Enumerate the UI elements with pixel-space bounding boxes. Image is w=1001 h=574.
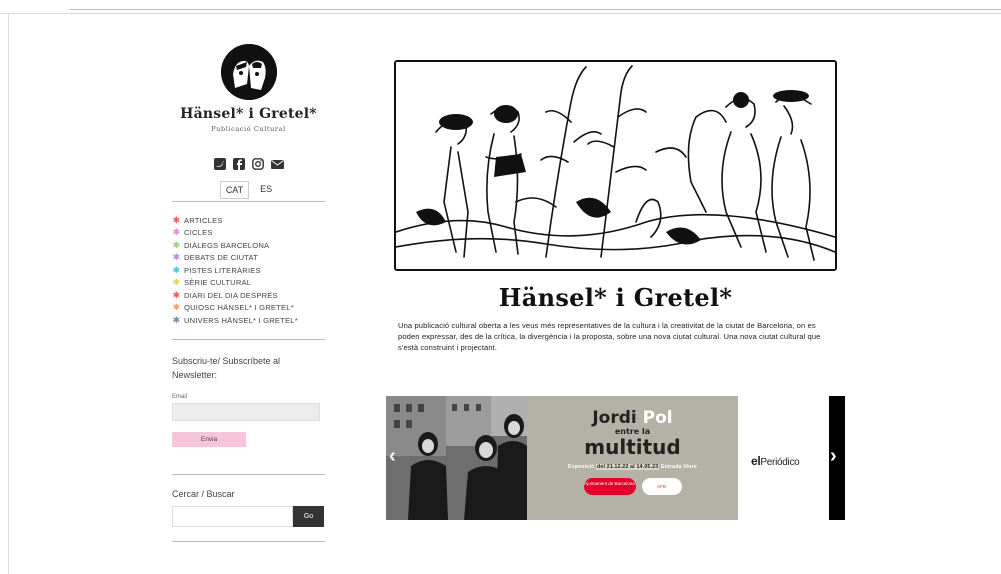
asterisk-icon: ✱ (172, 302, 181, 313)
menu-item-quiosc[interactable]: ✱ QUIOSC HÄNSEL* I GRETEL* (172, 302, 325, 315)
language-switcher: CAT ES (172, 181, 325, 199)
menu-item-label: SÈRIE CULTURAL (184, 278, 252, 288)
lang-cat[interactable]: CAT (219, 181, 250, 199)
site-title: Hänsel* i Gretel* (180, 106, 317, 122)
page-title: Hänsel* i Gretel* (498, 283, 733, 312)
site-subtitle: Publicació Cultural (211, 125, 286, 133)
mail-icon[interactable] (271, 157, 284, 169)
menu-item-label: QUIOSC HÄNSEL* I GRETEL* (184, 303, 294, 313)
hero-illustration (394, 60, 837, 271)
twitter-icon[interactable] (214, 157, 226, 170)
instagram-icon[interactable] (252, 157, 264, 170)
asterisk-icon: ✱ (172, 239, 181, 250)
search-title: Cercar / Buscar (172, 488, 235, 499)
banner-name-2: Pol (642, 408, 673, 428)
menu-item-label: UNIVERS HÄNSEL* I GRETEL* (184, 315, 298, 325)
promo-carousel[interactable]: Jordi Pol entre la multitud Exposició de… (386, 396, 845, 520)
banner-exhibition: Jordi Pol entre la multitud Exposició de… (527, 396, 738, 520)
afb-logo: AFB (641, 478, 682, 495)
menu-item-diari[interactable]: ✱ DIARI DEL DIA DESPRÉS (172, 289, 325, 302)
menu-item-label: DIÀLEGS BARCELONA (184, 240, 270, 250)
category-menu: ✱ ARTICLES ✱ CICLES ✱ DIÀLEGS BARCELONA ✱ DE… (172, 214, 325, 327)
divider (172, 540, 325, 542)
menu-item-label: DEBATS DE CIUTAT (184, 253, 259, 263)
menu-item-articles[interactable]: ✱ ARTICLES (172, 214, 325, 227)
email-field[interactable] (172, 402, 320, 421)
banner-headline: Jordi Pol (527, 409, 738, 427)
logo-emblem-icon (220, 44, 277, 100)
banner-photo (386, 396, 527, 520)
menu-item-univers[interactable]: ✱ UNIVERS HÄNSEL* I GRETEL* (172, 314, 325, 327)
menu-item-cicles[interactable]: ✱ CICLES (172, 227, 325, 240)
banner-name-1: Jordi (592, 408, 637, 428)
menu-item-dialegs[interactable]: ✱ DIÀLEGS BARCELONA (172, 239, 325, 252)
search-button[interactable]: Go (293, 505, 324, 527)
banner-dates: Exposició del 21.12.22 al 14.05.23 Entra… (568, 464, 697, 470)
page-description: Una publicació cultural oberta a les veu… (398, 321, 821, 352)
browser-top-bar (0, 0, 1001, 14)
carousel-prev-button[interactable]: ‹ (389, 444, 396, 468)
site-logo[interactable]: Hänsel* i Gretel* Publicació Cultural (172, 44, 325, 133)
el-periodico-logo: elPeriódico (751, 454, 800, 468)
divider (172, 473, 325, 475)
menu-item-debats[interactable]: ✱ DEBATS DE CIUTAT (172, 252, 325, 265)
divider (172, 201, 325, 202)
newsletter-title: Subscriu-te/ Subscríbete al Newsletter: (172, 355, 281, 380)
facebook-icon[interactable] (233, 157, 245, 170)
page-edge (8, 14, 9, 574)
menu-item-label: ARTICLES (184, 215, 223, 225)
barcelona-logo: Ajuntament de Barcelona (583, 478, 636, 495)
menu-item-label: PISTES LITERÀRIES (184, 265, 261, 275)
asterisk-icon: ✱ (172, 289, 181, 300)
asterisk-icon: ✱ (172, 314, 181, 325)
search-form: Go (172, 505, 325, 527)
social-links (172, 157, 325, 170)
banner-line-3: multitud (584, 435, 681, 459)
banner-logos: Ajuntament de Barcelona AFB (527, 478, 738, 495)
asterisk-icon: ✱ (172, 252, 181, 263)
send-button[interactable]: Envia (172, 431, 246, 447)
menu-item-serie[interactable]: ✱ SÈRIE CULTURAL (172, 277, 325, 290)
email-label: Email (172, 393, 188, 400)
asterisk-icon: ✱ (172, 214, 181, 225)
asterisk-icon: ✱ (172, 264, 181, 275)
search-input[interactable] (172, 505, 293, 527)
menu-item-pistes[interactable]: ✱ PISTES LITERÀRIES (172, 264, 325, 277)
lang-es[interactable]: ES (255, 181, 277, 199)
banner-sponsor: elPeriódico (738, 396, 829, 520)
asterisk-icon: ✱ (172, 277, 181, 288)
sidebar: Hänsel* i Gretel* Publicació Cultural CA… (172, 40, 325, 542)
asterisk-icon: ✱ (172, 227, 181, 238)
divider (172, 338, 325, 340)
menu-item-label: DIARI DEL DIA DESPRÉS (184, 290, 278, 300)
menu-item-label: CICLES (184, 228, 213, 238)
carousel-next-button[interactable]: › (830, 444, 837, 468)
